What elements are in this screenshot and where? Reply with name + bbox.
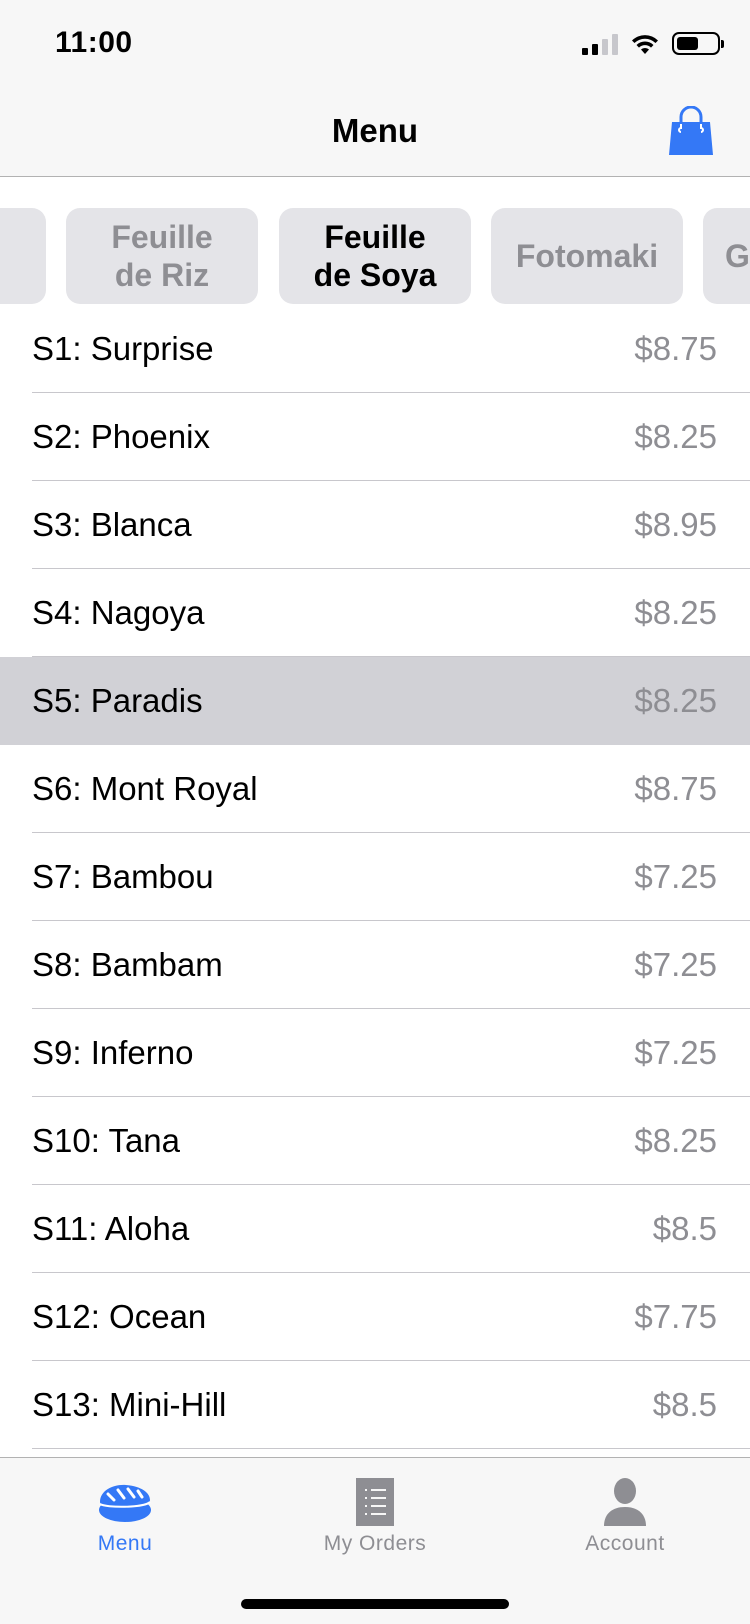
page-title: Menu [331,112,419,149]
tab-bar: Menu My Orders Account [0,1457,750,1624]
category-scroller[interactable]: Feuille de Riz Feuille de Soya Fotomaki … [0,177,750,309]
item-name: S2: Phoenix [32,418,210,455]
item-name: S8: Bambam [32,946,223,983]
tab-my-orders[interactable]: My Orders [250,1472,500,1562]
status-bar: 11:00 [0,0,750,90]
menu-item-row[interactable]: S9: Inferno $7.25 [0,1009,750,1097]
item-name: S12: Ocean [32,1298,207,1335]
item-price: $8.5 [652,1386,717,1423]
order-list-icon [356,1478,394,1526]
account-person-icon [604,1478,646,1526]
status-time: 11:00 [55,26,133,59]
item-price: $7.75 [634,1298,717,1335]
navigation-bar: Menu [0,90,750,177]
menu-item-row[interactable]: S6: Mont Royal $8.75 [0,745,750,833]
item-name: S7: Bambou [32,858,214,895]
item-price: $8.75 [634,770,717,807]
sushi-icon [99,1484,151,1522]
shopping-bag-icon[interactable] [668,106,714,156]
tab-menu[interactable]: Menu [0,1472,250,1562]
category-chip-feuille-de-riz[interactable]: Feuille de Riz [66,208,258,304]
item-price: $8.25 [634,682,717,719]
menu-list: S1: Surprise $8.75 S2: Phoenix $8.25 S3: B… [0,305,750,1449]
category-chip-feuille-de-soya[interactable]: Feuille de Soya [279,208,471,304]
item-price: $8.5 [652,1210,717,1247]
item-name: S3: Blanca [32,506,192,543]
home-indicator [241,1599,509,1609]
tab-label: Account [585,1532,665,1555]
item-name: S6: Mont Royal [32,770,258,807]
menu-item-row[interactable]: S7: Bambou $7.25 [0,833,750,921]
item-price: $8.75 [634,330,717,367]
menu-item-row[interactable]: S1: Surprise $8.75 [0,305,750,393]
item-name: S4: Nagoya [32,594,205,631]
menu-item-row[interactable]: S4: Nagoya $8.25 [0,569,750,657]
category-chip[interactable] [0,208,46,304]
menu-item-row[interactable]: S12: Ocean $7.75 [0,1273,750,1361]
battery-icon [672,32,724,55]
item-price: $7.25 [634,946,717,983]
item-name: S13: Mini-Hill [32,1386,227,1423]
tab-account[interactable]: Account [500,1472,750,1562]
cellular-signal-icon [582,33,618,55]
item-price: $8.25 [634,1122,717,1159]
item-price: $7.25 [634,858,717,895]
wifi-icon [632,34,658,54]
menu-item-row[interactable]: S10: Tana $8.25 [0,1097,750,1185]
menu-item-row[interactable]: S11: Aloha $8.5 [0,1185,750,1273]
status-icons [582,32,724,55]
item-price: $8.95 [634,506,717,543]
tab-label: Menu [97,1532,153,1555]
tab-label: My Orders [323,1532,427,1555]
menu-item-row-selected[interactable]: S5: Paradis $8.25 [0,657,750,745]
menu-item-row[interactable]: S2: Phoenix $8.25 [0,393,750,481]
menu-item-row[interactable]: S13: Mini-Hill $8.5 [0,1361,750,1449]
item-price: $7.25 [634,1034,717,1071]
category-chip-partial[interactable]: G [703,208,750,304]
item-price: $8.25 [634,418,717,455]
item-name: S11: Aloha [32,1210,190,1247]
menu-item-row[interactable]: S8: Bambam $7.25 [0,921,750,1009]
item-name: S5: Paradis [32,682,203,719]
item-name: S10: Tana [32,1122,181,1159]
item-price: $8.25 [634,594,717,631]
menu-item-row[interactable]: S3: Blanca $8.95 [0,481,750,569]
category-chip-fotomaki[interactable]: Fotomaki [491,208,683,304]
item-name: S1: Surprise [32,330,214,367]
item-name: S9: Inferno [32,1034,194,1071]
